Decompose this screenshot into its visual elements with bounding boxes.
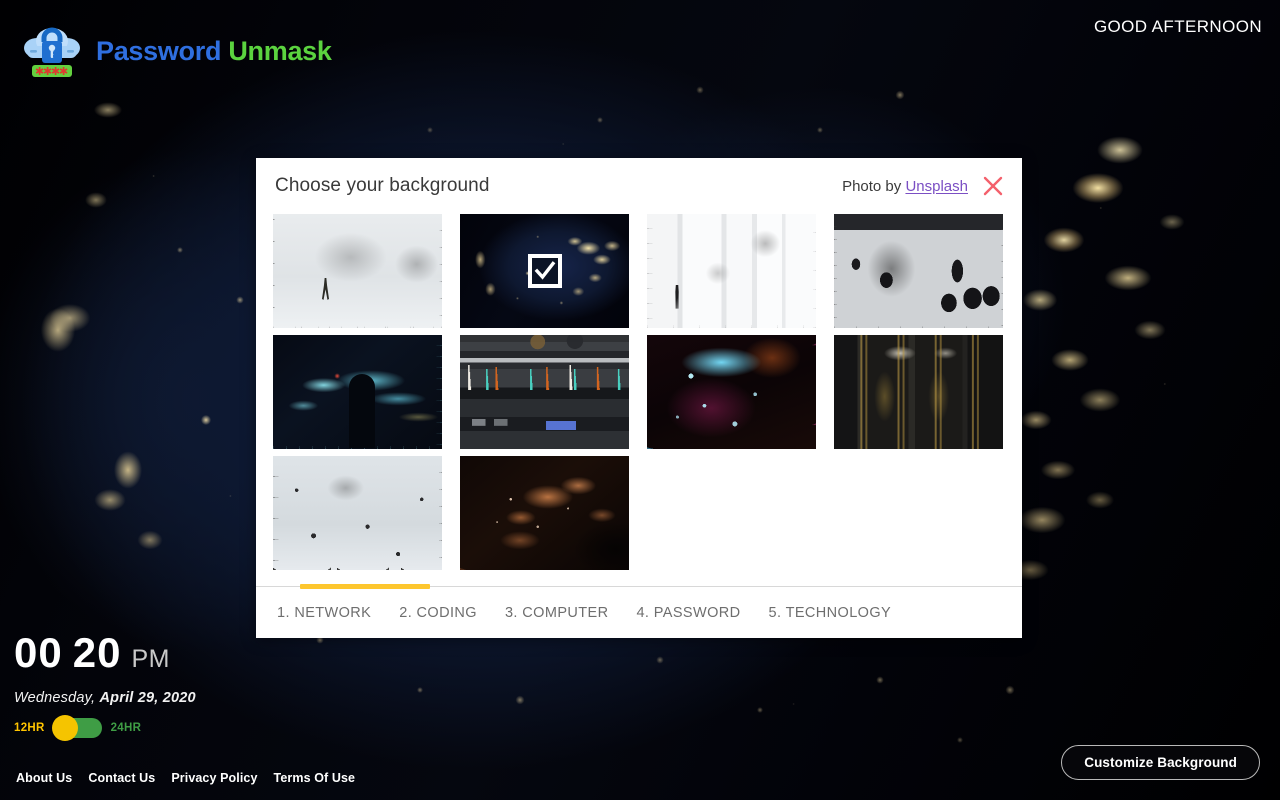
- clock-hours: 00: [14, 629, 63, 676]
- background-thumbnail-server-room-amber-cables[interactable]: [834, 335, 1003, 449]
- toggle-knob[interactable]: [51, 715, 78, 741]
- background-thumbnail-network-rack-patch-cables[interactable]: [460, 335, 629, 449]
- footer-link-about-us[interactable]: About Us: [16, 771, 72, 785]
- customize-background-button[interactable]: Customize Background: [1061, 745, 1260, 780]
- tab-technology[interactable]: 5. TECHNOLOGY: [755, 599, 906, 627]
- footer-link-terms-of-use[interactable]: Terms Of Use: [274, 771, 356, 785]
- password-unmask-app: ✱ ✱ ✱ ✱ Password Unmask GOOD AFTERNOON 00 …: [0, 0, 1280, 800]
- tab-network[interactable]: 1. NETWORK: [263, 599, 385, 627]
- unsplash-link[interactable]: Unsplash: [905, 178, 968, 195]
- background-thumbnail-grid: [273, 214, 1005, 570]
- brand-logo[interactable]: ✱ ✱ ✱ ✱ Password Unmask: [20, 22, 332, 80]
- tab-computer[interactable]: 3. COMPUTER: [491, 599, 623, 627]
- background-thumbnail-usa-city-lights-at-night[interactable]: [460, 214, 629, 328]
- background-thumbnail-gray-network-web[interactable]: [273, 456, 442, 570]
- brand-name-part2: Unmask: [228, 35, 332, 66]
- cloud-lock-password-icon: ✱ ✱ ✱ ✱: [20, 22, 84, 80]
- tab-password[interactable]: 4. PASSWORD: [622, 599, 754, 627]
- date-display: Wednesday, April 29, 2020: [14, 690, 196, 706]
- tab-coding[interactable]: 2. CODING: [385, 599, 491, 627]
- background-thumbnail-cyan-light-streaks-silhouette[interactable]: [273, 335, 442, 449]
- active-tab-indicator: [300, 584, 430, 589]
- background-thumbnail-fiber-optic-strands[interactable]: [647, 335, 816, 449]
- footer-links: About Us Contact Us Privacy Policy Terms…: [16, 771, 355, 785]
- brand-name: Password Unmask: [96, 36, 332, 67]
- clock-block: 00 20 PM Wednesday, April 29, 2020 12HR …: [14, 632, 196, 741]
- category-tab-bar: 1. NETWORK 2. CODING 3. COMPUTER 4. PASS…: [256, 584, 1022, 638]
- date-day-of-week: Wednesday,: [14, 690, 96, 706]
- dialog-header: Choose your background Photo by Unsplash: [256, 158, 1022, 214]
- date-full: April 29, 2020: [99, 690, 196, 706]
- background-thumbnail-snow-wires-figure[interactable]: [273, 214, 442, 328]
- photo-credit-prefix: Photo by: [842, 177, 902, 195]
- greeting-text: GOOD AFTERNOON: [1093, 17, 1262, 36]
- close-x-icon[interactable]: [982, 175, 1004, 197]
- dialog-header-right: Photo by Unsplash: [842, 175, 1004, 197]
- time-format-toggle[interactable]: [51, 715, 102, 741]
- clock-minutes: 20: [72, 629, 122, 676]
- background-thumbnail-white-hall-string-art[interactable]: [647, 214, 816, 328]
- selected-checkbox[interactable]: [527, 254, 562, 288]
- time-format-toggle-row: 12HR 24HR: [14, 715, 196, 741]
- time-display: 00 20 PM: [14, 632, 196, 674]
- clock-meridiem: PM: [131, 645, 170, 673]
- choose-background-dialog: Choose your background Photo by Unsplash: [256, 158, 1022, 638]
- footer-link-privacy-policy[interactable]: Privacy Policy: [171, 771, 257, 785]
- checkmark-icon: [534, 261, 555, 280]
- footer-link-contact-us[interactable]: Contact Us: [88, 771, 155, 785]
- dialog-title: Choose your background: [275, 175, 490, 196]
- toggle-label-12hr: 12HR: [14, 722, 45, 734]
- toggle-label-24hr: 24HR: [110, 722, 142, 734]
- brand-name-part1: Password: [96, 35, 222, 66]
- svg-text:✱: ✱: [59, 65, 68, 78]
- thumbnail-area: [256, 214, 1022, 586]
- photo-credit: Photo by Unsplash: [842, 178, 968, 195]
- background-thumbnail-aerial-night-city-copper[interactable]: [460, 456, 629, 570]
- background-thumbnail-gallery-string-installation[interactable]: [834, 214, 1003, 328]
